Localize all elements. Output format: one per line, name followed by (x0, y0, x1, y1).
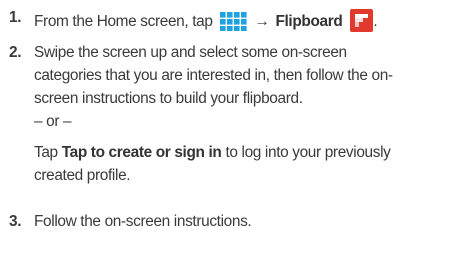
apps-grid-icon (218, 11, 248, 31)
or-separator: – or – (34, 113, 72, 130)
alt-prefix: Tap (34, 144, 58, 161)
grid-cell (219, 12, 226, 18)
step-2-alt-line-1: Tap Tap to create or sign in to log into… (34, 144, 391, 162)
grid-cell (219, 26, 226, 31)
grid-cell (233, 12, 240, 18)
step-number: 3. (9, 213, 22, 230)
grid-cell (233, 26, 240, 31)
step-number: 2. (9, 44, 22, 61)
step-1-end: . (373, 13, 378, 30)
grid-cell (219, 19, 226, 25)
tap-to-create-label: Tap to create or sign in (61, 144, 222, 161)
step-2-line-3: screen instructions to build your flipbo… (34, 90, 303, 107)
app-name-flipboard: Flipboard (275, 13, 343, 30)
arrow-icon: → (254, 13, 270, 30)
grid-cell (226, 12, 233, 18)
grid-cell (226, 26, 233, 31)
grid-cell (240, 26, 247, 31)
step-2-alt-line-2: created profile. (34, 167, 131, 184)
step-2-line-2: categories that you are interested in, t… (34, 67, 393, 84)
grid-cell (233, 19, 240, 25)
step-1-text: From the Home screen, tap (34, 13, 213, 30)
step-number: 1. (9, 9, 22, 26)
grid-cell (240, 12, 247, 18)
step-3-line: Follow the on-screen instructions. (34, 213, 252, 230)
alt-suffix: to log into your previously (225, 144, 391, 161)
step-1-line: From the Home screen, tap → Flipboard . (34, 9, 378, 32)
step-2-line-1: Swipe the screen up and select some on-s… (34, 44, 347, 61)
instruction-page: 1. From the Home screen, tap → Flipboard… (0, 0, 472, 253)
grid-cell (240, 19, 247, 25)
grid-cell (226, 19, 233, 25)
flipboard-icon (350, 9, 374, 32)
